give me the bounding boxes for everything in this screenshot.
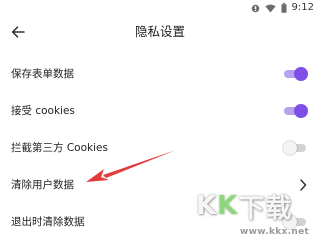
watermark-logo: K K 下 载 www.kkx.net: [196, 186, 318, 242]
setting-label: 拦截第三方 Cookies: [11, 142, 108, 154]
setting-label: 保存表单数据: [11, 68, 74, 80]
watermark-url: www.kkx.net: [240, 227, 310, 237]
page-title: 隐私设置: [134, 24, 185, 39]
wifi-icon: [264, 3, 276, 13]
setting-row-block-third-party-cookies[interactable]: 拦截第三方 Cookies: [0, 130, 320, 167]
watermark-char: K: [217, 191, 238, 221]
setting-label: 清除用户数据: [11, 179, 74, 191]
watermark-char: 载: [265, 193, 292, 224]
toggle-thumb: [294, 104, 308, 118]
status-icons: 9:12: [251, 1, 314, 15]
status-bar: 9:12: [0, 0, 320, 16]
accept-cookies-toggle[interactable]: [284, 104, 308, 118]
setting-row-accept-cookies[interactable]: 接受 cookies: [0, 93, 320, 130]
signal-icon: [251, 4, 259, 12]
battery-icon: [281, 3, 287, 13]
toggle-thumb: [294, 67, 308, 81]
block-third-party-cookies-toggle[interactable]: [283, 141, 306, 155]
watermark-char: 下: [238, 193, 265, 224]
app-bar: 隐私设置: [0, 16, 320, 48]
setting-label: 退出时清除数据: [11, 216, 85, 228]
save-form-data-toggle[interactable]: [284, 67, 308, 81]
watermark-chars: K K 下 载: [196, 186, 292, 226]
privacy-settings-screen: 9:12 隐私设置 保存表单数据 接受 cookies 拦截第三方 Cookie…: [0, 0, 320, 244]
setting-row-save-form-data[interactable]: 保存表单数据: [0, 56, 320, 93]
watermark-char: K: [196, 191, 217, 221]
toggle-thumb: [283, 141, 297, 155]
setting-label: 接受 cookies: [11, 105, 75, 117]
status-time: 9:12: [291, 2, 314, 13]
